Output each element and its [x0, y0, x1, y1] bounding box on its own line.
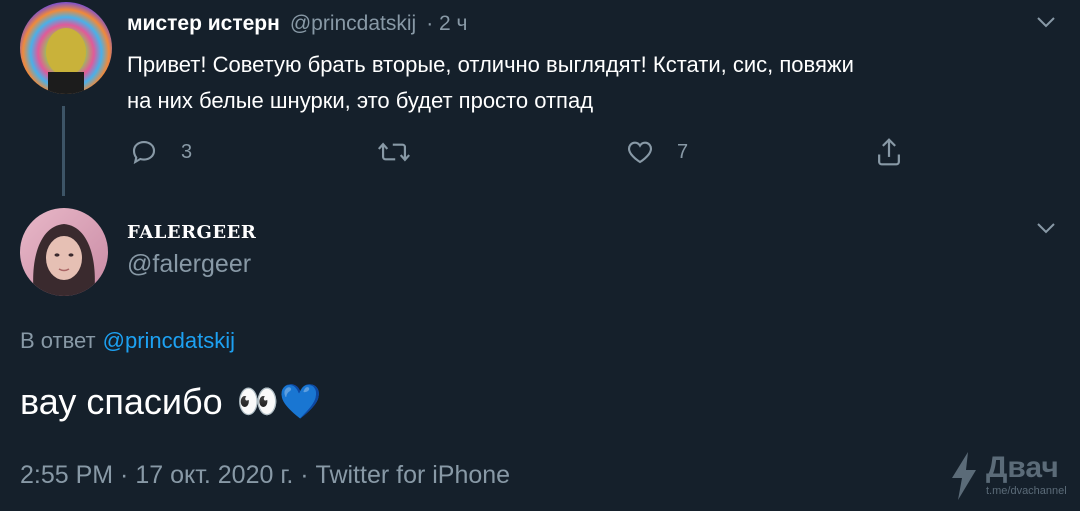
avatar-image — [20, 208, 108, 296]
tweet-text: вау спасибо — [20, 381, 223, 422]
reply-icon — [132, 140, 156, 165]
avatar-image — [20, 2, 112, 94]
tweet-text-line: Привет! Советую брать вторые, отлично вы… — [127, 52, 854, 77]
chevron-down-icon — [1037, 17, 1055, 28]
reply-to-link[interactable]: @princdatskij — [103, 328, 235, 354]
tweet1-more-button[interactable] — [1034, 10, 1058, 34]
display-name[interactable]: мистер истерн — [127, 12, 280, 36]
tweet-meta: 2:55 PM · 17 окт. 2020 г. · Twitter for … — [20, 461, 511, 489]
reply-prefix: В ответ — [20, 328, 96, 353]
watermark-brand: Двач — [986, 451, 1059, 484]
retweet-button[interactable] — [377, 137, 411, 167]
reply-button[interactable]: 3 — [129, 137, 192, 167]
lightning-icon — [952, 452, 976, 500]
chevron-down-icon — [1037, 223, 1055, 234]
like-button[interactable]: 7 — [625, 137, 688, 167]
tweet-text-line: на них белые шнурки, это будет просто от… — [127, 88, 594, 113]
heart-icon — [627, 141, 653, 164]
share-button[interactable] — [874, 136, 904, 168]
tweet2-display-name[interactable]: FALERGEER — [127, 222, 256, 243]
tweet1-header: мистер истерн @princdatskij · 2 ч — [127, 12, 467, 36]
timestamp[interactable]: · 2 ч — [426, 12, 467, 36]
reply-count: 3 — [181, 140, 193, 163]
tweet1-text: Привет! Советую брать вторые, отлично вы… — [127, 47, 854, 119]
tweet2-handle[interactable]: @falergeer — [127, 250, 251, 279]
tweet2-text: вау спасибо 👀💙 — [20, 381, 321, 423]
watermark: Двач t.me/dvachannel — [948, 452, 1067, 500]
avatar-princdatskij[interactable] — [20, 2, 112, 94]
thread-line — [62, 106, 65, 196]
like-count: 7 — [677, 140, 689, 163]
tweet2-more-button[interactable] — [1034, 216, 1058, 240]
avatar-falergeer[interactable] — [20, 208, 108, 296]
tweet-emoji: 👀💙 — [236, 383, 322, 421]
watermark-url: t.me/dvachannel — [986, 485, 1067, 497]
reply-context: В ответ @princdatskij — [20, 328, 235, 354]
handle[interactable]: @princdatskij — [290, 12, 416, 36]
share-icon — [878, 138, 900, 166]
retweet-icon — [377, 142, 411, 162]
